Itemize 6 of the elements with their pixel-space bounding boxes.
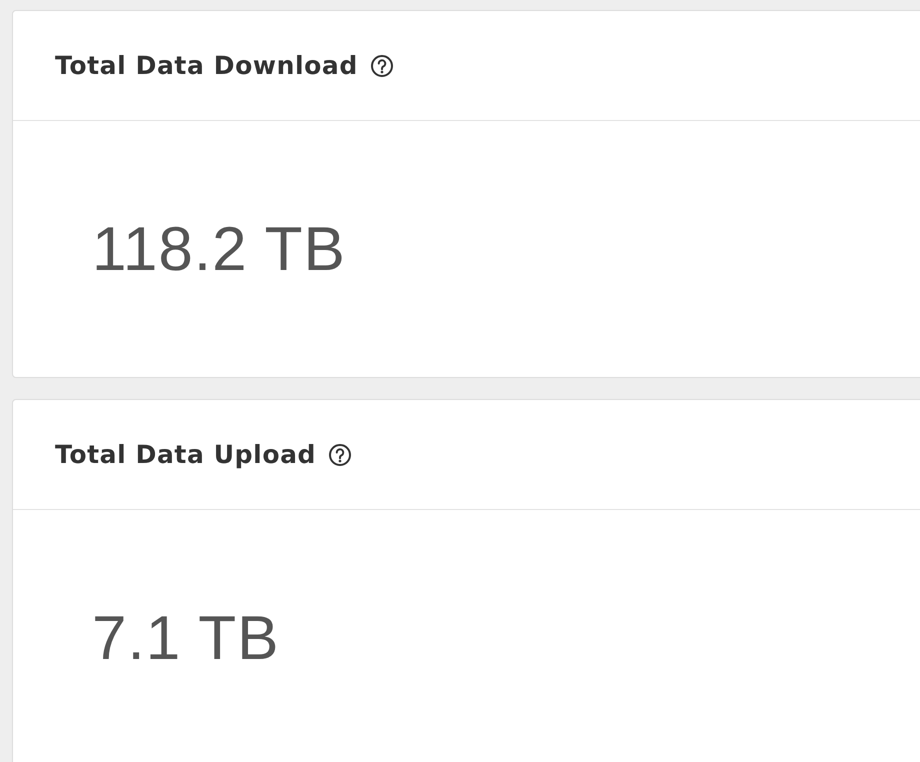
card-title: Total Data Upload (55, 440, 316, 469)
help-icon[interactable] (328, 442, 352, 466)
stat-value: 118.2 TB (92, 214, 346, 284)
stat-value: 7.1 TB (92, 602, 280, 674)
help-icon[interactable] (370, 54, 394, 78)
card-title: Total Data Download (55, 51, 358, 80)
